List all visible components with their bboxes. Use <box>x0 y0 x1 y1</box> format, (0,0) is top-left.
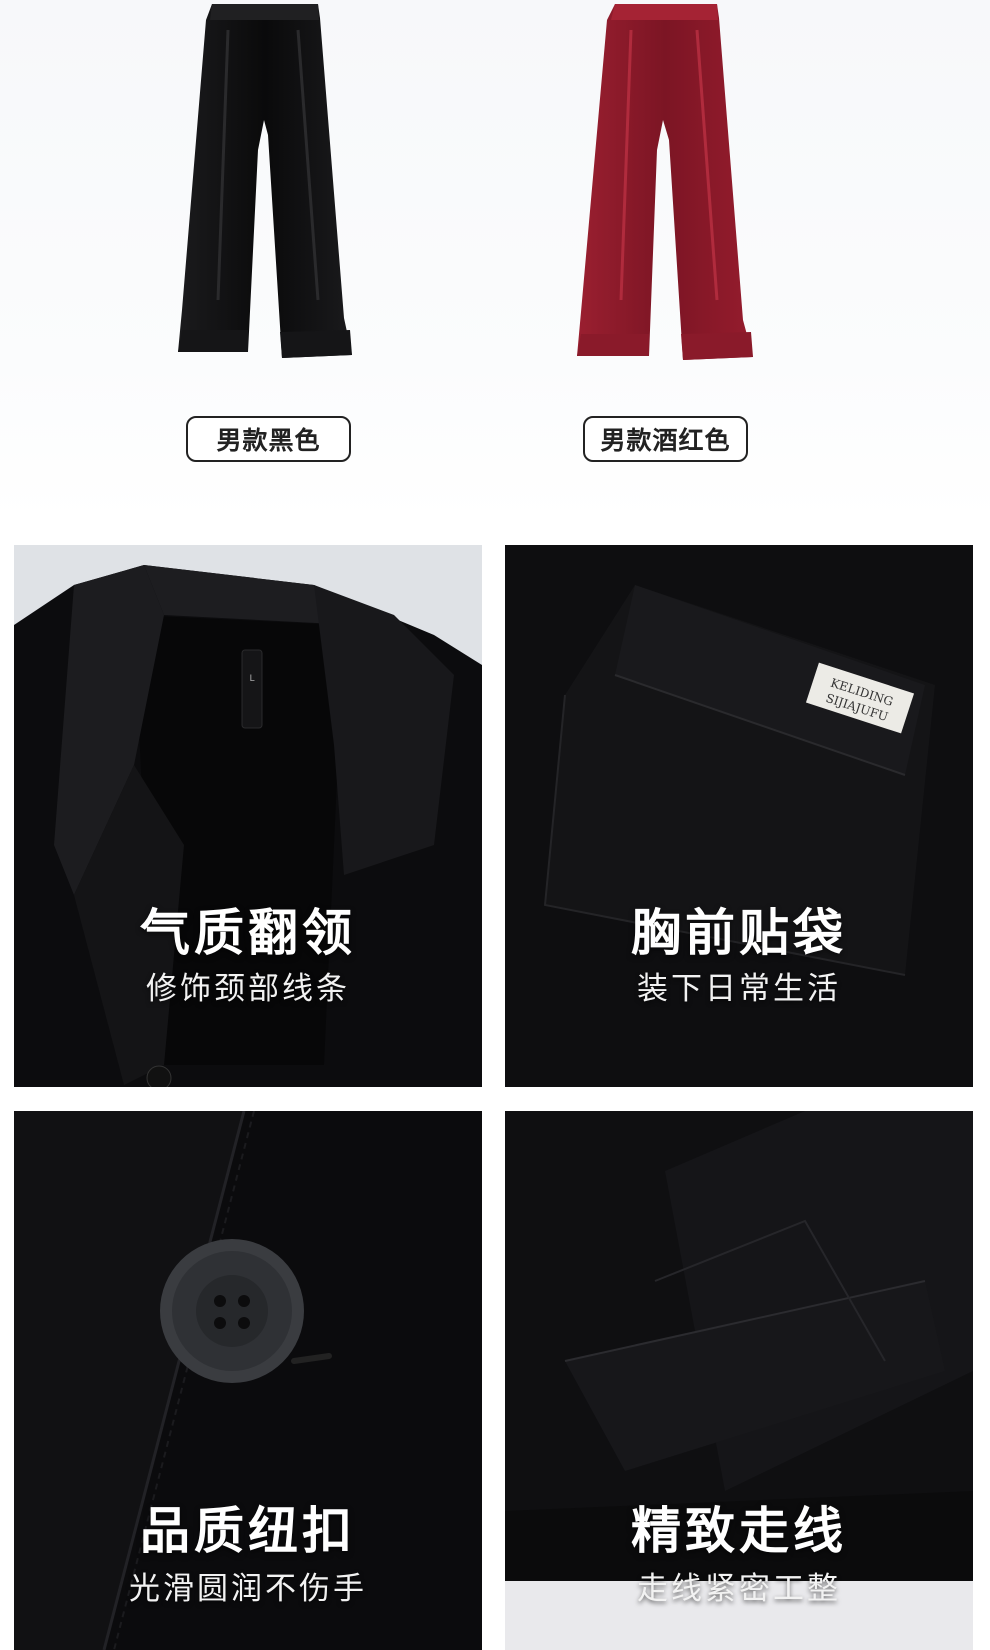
collar-tag-size: L <box>249 674 254 684</box>
feature-tile-stitching: 精致走线 走线紧密工整 <box>505 1111 973 1650</box>
feature-tile-collar: L 气质翻领 修饰颈部线条 <box>14 545 482 1087</box>
feature-tile-pocket: KELIDING SIJIAJUFU 胸前贴袋 装下日常生活 <box>505 545 973 1087</box>
feature-subtitle: 走线紧密工整 <box>637 1571 841 1607</box>
feature-title: 品质纽扣 <box>140 1502 356 1560</box>
black-pants-image <box>178 4 352 358</box>
feature-subtitle: 光滑圆润不伤手 <box>129 1571 367 1607</box>
product-detail-page: 男款黑色 男款酒红色 L 气质翻领 修饰颈部线条 KELIDING SIJIAJ… <box>0 0 990 1650</box>
swatch-label-wine-red[interactable]: 男款酒红色 <box>583 416 748 462</box>
feature-tile-button: 品质纽扣 光滑圆润不伤手 <box>14 1111 482 1650</box>
wine-red-pants-image <box>577 4 753 360</box>
feature-title: 精致走线 <box>631 1502 847 1560</box>
color-swatch-section: 男款黑色 男款酒红色 <box>0 0 990 520</box>
feature-title: 胸前贴袋 <box>631 904 847 962</box>
feature-subtitle: 修饰颈部线条 <box>146 971 350 1007</box>
feature-title: 气质翻领 <box>140 904 356 962</box>
feature-subtitle: 装下日常生活 <box>637 971 841 1007</box>
swatch-label-black[interactable]: 男款黑色 <box>186 416 351 462</box>
